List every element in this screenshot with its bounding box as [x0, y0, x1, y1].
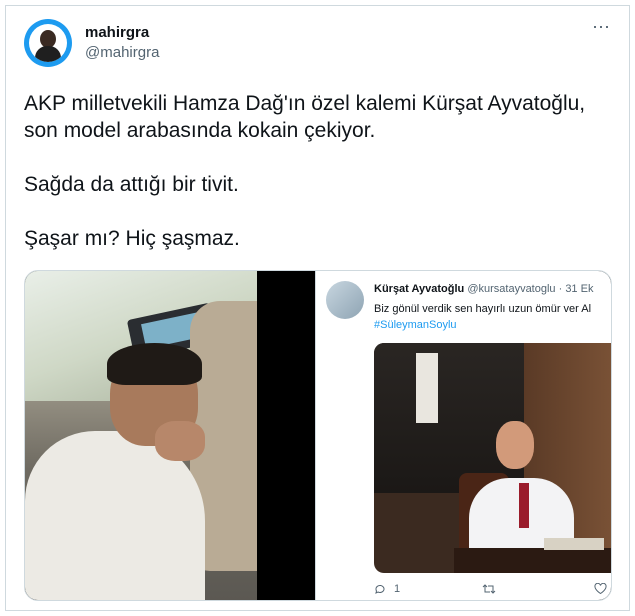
tweet-line-2: Sağda da attığı bir tivit. [24, 173, 239, 196]
avatar[interactable] [24, 19, 72, 67]
tweet-line-1: AKP milletvekili Hamza Dağ'ın özel kalem… [24, 92, 586, 142]
embed-actions: 1 [374, 582, 611, 598]
desk-papers [544, 538, 604, 550]
embed-hashtag: #SüleymanSoylu [374, 319, 457, 331]
embed-photo [374, 343, 611, 573]
retweet-icon [482, 583, 496, 598]
desk [454, 548, 611, 573]
user-handle[interactable]: @mahirgra [85, 44, 159, 61]
media-divider [257, 271, 315, 600]
reply-count: 1 [394, 583, 401, 595]
reply-icon [374, 583, 386, 598]
embed-handle: @kursatayvatoglu · 31 Ek [467, 283, 594, 295]
embedded-tweet-screenshot[interactable]: Kürşat Ayvatoğlu @kursatayvatoglu · 31 E… [315, 271, 611, 600]
embed-avatar [326, 281, 364, 319]
car-photo[interactable] [25, 271, 257, 600]
display-name[interactable]: mahirgra [85, 24, 149, 41]
avatar-photo [29, 24, 67, 62]
tweet-line-3: Şaşar mı? Hiç şaşmaz. [24, 227, 240, 250]
heart-icon [594, 582, 607, 598]
man-hair [107, 343, 202, 385]
man-hand [155, 421, 205, 461]
tweet-text: AKP milletvekili Hamza Dağ'ın özel kalem… [24, 90, 614, 252]
embed-text-line: Biz gönül verdik sen hayırlı uzun ömür v… [374, 303, 592, 315]
embed-author: Kürşat Ayvatoğlu @kursatayvatoglu · 31 E… [374, 283, 593, 295]
person-tie [519, 483, 529, 528]
embed-display-name: Kürşat Ayvatoğlu [374, 283, 465, 295]
avatar-body [35, 46, 61, 62]
more-options-icon[interactable]: ⋯ [592, 18, 611, 36]
person-head [496, 421, 534, 469]
tweet-media[interactable]: Kürşat Ayvatoğlu @kursatayvatoglu · 31 E… [24, 270, 612, 601]
portrait-shirt [416, 353, 438, 423]
portrait-painting [374, 343, 524, 493]
embed-text: Biz gönül verdik sen hayırlı uzun ömür v… [374, 301, 611, 333]
